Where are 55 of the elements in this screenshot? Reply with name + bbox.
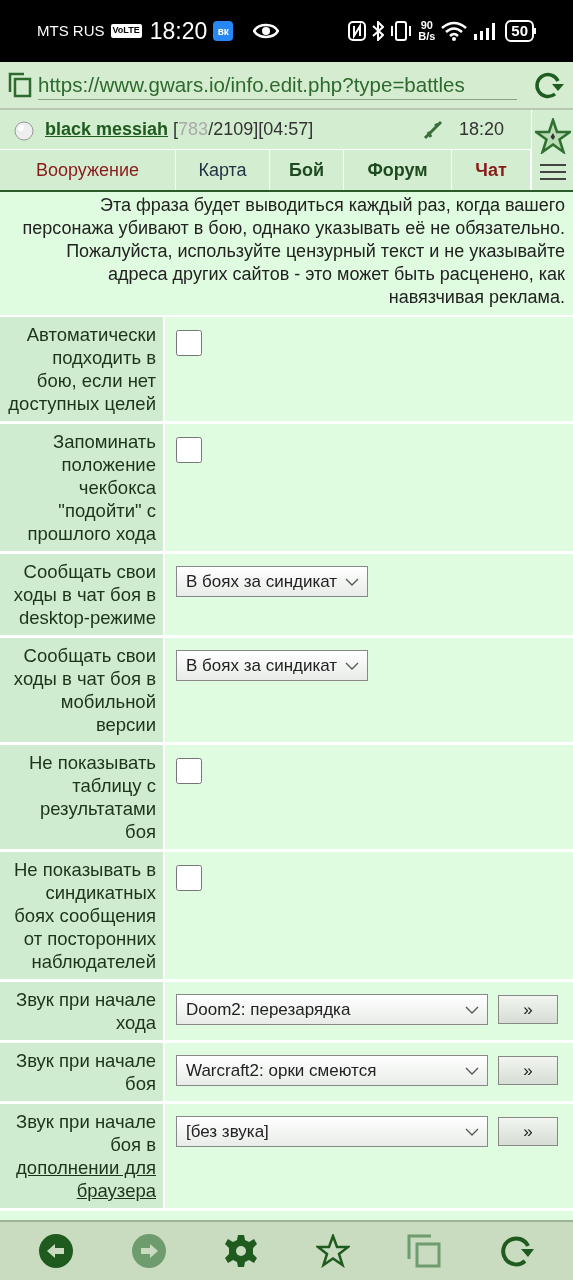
dropdown[interactable]: В боях за синдикат: [176, 650, 369, 681]
back-icon[interactable]: [38, 1233, 75, 1269]
avatar-icon: [12, 118, 34, 141]
setting-label: Запоминать положение чекбокса "подойти" с прошлого хода: [27, 431, 156, 544]
caret-icon: [465, 1005, 479, 1014]
tabs-icon[interactable]: [8, 72, 32, 98]
checkbox[interactable]: [176, 330, 202, 356]
caret-icon: [345, 577, 360, 586]
player-stats: [783/2109][04:57]: [173, 118, 314, 141]
server-time: 18:20: [458, 118, 504, 141]
dropdown[interactable]: Warcraft2: орки смеются: [176, 1055, 488, 1086]
nav-link[interactable]: Форум: [344, 150, 452, 190]
setting-label: Не показывать в синдикатных боях сообщения от посторонних наблюдателей: [13, 859, 156, 972]
dropdown[interactable]: [без звука]: [176, 1116, 488, 1147]
rifle-icon: [422, 119, 443, 140]
player-link[interactable]: black messiah: [45, 116, 169, 143]
play-button[interactable]: »: [498, 995, 558, 1024]
dropdown[interactable]: В боях за синдикат: [176, 566, 369, 597]
play-button[interactable]: »: [498, 1117, 558, 1146]
eye-icon: [253, 22, 280, 40]
nfc-icon: [348, 21, 367, 41]
clock: 18:20: [149, 16, 208, 46]
checkbox[interactable]: [176, 437, 202, 463]
star-icon[interactable]: [534, 118, 571, 154]
checkbox[interactable]: [176, 865, 202, 891]
setting-label: Автоматически подходить в бою, если нет доступных целей: [8, 324, 156, 414]
vk-badge: вк: [213, 21, 234, 41]
setting-label: Не показывать таблицу с результатами боя: [28, 752, 156, 842]
dropdown[interactable]: Doom2: перезарядка: [176, 994, 488, 1025]
settings-icon[interactable]: [223, 1233, 260, 1269]
nav-link[interactable]: Бой: [270, 150, 344, 190]
setting-label: Звук при начале боя: [16, 1050, 156, 1094]
network-speed: 90: [420, 20, 433, 31]
volte-badge: VoLTE: [110, 24, 142, 38]
nav-link[interactable]: Вооружение: [0, 150, 176, 190]
play-button[interactable]: »: [498, 1056, 558, 1085]
wifi-icon: [441, 21, 468, 41]
caret-icon: [465, 1127, 479, 1136]
caret-icon: [345, 661, 360, 670]
carrier-name: MTS RUS: [37, 20, 105, 41]
star-icon[interactable]: [315, 1234, 350, 1268]
setting-label: Звук при начале хода: [16, 989, 156, 1033]
addon-link[interactable]: дополнении для браузера: [8, 1156, 156, 1202]
caret-icon: [465, 1066, 479, 1075]
setting-label: Сообщать свои ходы в чат боя в desktop-режиме: [13, 561, 156, 628]
nav-link[interactable]: Чат: [452, 150, 531, 190]
network-speed-unit: B/s: [418, 31, 436, 42]
setting-label: Сообщать свои ходы в чат боя в мобильной версии: [13, 645, 156, 735]
battery-icon: 50: [505, 20, 536, 42]
nav-link[interactable]: Карта: [176, 150, 270, 190]
vibrate-icon: [390, 21, 413, 41]
bluetooth-icon: [372, 21, 385, 41]
checkbox[interactable]: [176, 758, 202, 784]
reload-icon[interactable]: [498, 1234, 535, 1268]
menu-icon[interactable]: [538, 162, 567, 182]
